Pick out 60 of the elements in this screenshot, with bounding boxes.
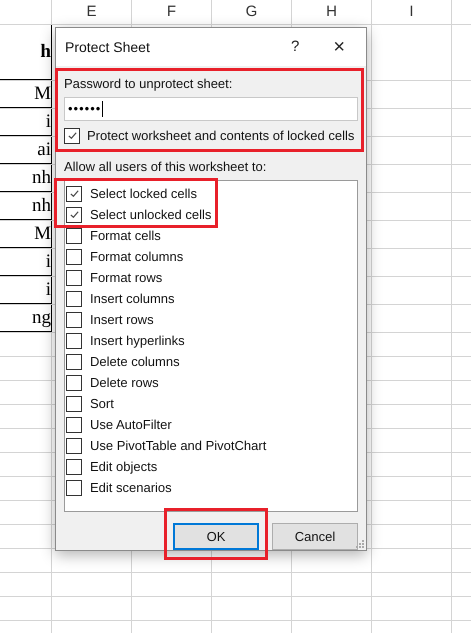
column-header[interactable]: E <box>86 0 96 24</box>
checkbox-label[interactable]: Use PivotTable and PivotChart <box>90 436 266 456</box>
table-cell-text: i <box>46 110 51 134</box>
checkbox-label[interactable]: Insert rows <box>90 310 154 330</box>
checkbox-label[interactable]: Sort <box>90 394 114 414</box>
table-cell-text: nh <box>32 166 51 190</box>
checkbox[interactable] <box>66 354 82 370</box>
checkbox-label[interactable]: Protect worksheet and contents of locked cells <box>87 126 354 146</box>
checkbox-label[interactable]: Format cells <box>90 226 161 246</box>
column-header[interactable]: F <box>166 0 176 24</box>
password-value: •••••• <box>68 100 102 118</box>
help-button[interactable]: ? <box>286 36 304 58</box>
checkbox-label[interactable]: Delete rows <box>90 372 159 392</box>
checkbox[interactable] <box>66 312 82 328</box>
checkbox[interactable] <box>66 228 82 244</box>
column-header[interactable]: I <box>409 0 414 24</box>
checkbox-label[interactable]: Select unlocked cells <box>90 204 212 224</box>
checkbox[interactable] <box>66 186 82 202</box>
cancel-button[interactable]: Cancel <box>272 523 358 550</box>
table-cell-text: M <box>34 82 51 106</box>
table-cell-text: i <box>46 278 51 302</box>
checkbox[interactable] <box>66 332 82 348</box>
checkbox[interactable] <box>66 416 82 432</box>
close-button[interactable]: × <box>329 37 349 57</box>
checkbox[interactable] <box>66 396 82 412</box>
checkbox-label[interactable]: Use AutoFilter <box>90 414 172 434</box>
checkbox[interactable] <box>66 458 82 474</box>
checkbox-label[interactable]: Insert hyperlinks <box>90 330 185 350</box>
checkbox[interactable] <box>66 438 82 454</box>
resize-grip-icon <box>356 540 365 549</box>
checkbox-label[interactable]: Format rows <box>90 268 162 288</box>
checkbox[interactable] <box>66 480 82 496</box>
checkbox-label[interactable]: Format columns <box>90 246 184 266</box>
table-cell-text: M <box>34 222 51 246</box>
checkmark-icon <box>66 130 78 142</box>
ok-button[interactable]: OK <box>173 523 259 550</box>
section-label: Allow all users of this worksheet to: <box>64 158 268 176</box>
password-field[interactable]: •••••• <box>64 97 358 121</box>
checkbox[interactable] <box>66 270 82 286</box>
checkbox-label[interactable]: Delete columns <box>90 352 180 372</box>
window-title: Protect Sheet <box>65 38 150 56</box>
column-header[interactable]: G <box>246 0 258 24</box>
checkbox-label[interactable]: Edit objects <box>90 456 158 476</box>
table-cell-text: i <box>46 250 51 274</box>
checkmark-icon <box>68 188 80 199</box>
table-cell-text: nh <box>32 194 51 218</box>
field-label: Password to unprotect sheet: <box>64 75 234 93</box>
table-cell-text: h <box>40 40 51 64</box>
checkbox-label[interactable]: Edit scenarios <box>90 478 172 498</box>
checkbox[interactable] <box>66 248 82 264</box>
checkbox[interactable] <box>66 290 82 306</box>
checkbox[interactable] <box>66 206 82 222</box>
table-cell-text: ng <box>32 306 51 330</box>
checkbox-label[interactable]: Select locked cells <box>90 184 197 204</box>
checkbox[interactable] <box>64 128 80 144</box>
checkbox[interactable] <box>66 374 82 390</box>
checkmark-icon <box>68 209 80 220</box>
table-cell-text: ai <box>37 138 51 162</box>
column-header[interactable]: H <box>326 0 337 24</box>
checkbox-label[interactable]: Insert columns <box>90 288 175 308</box>
